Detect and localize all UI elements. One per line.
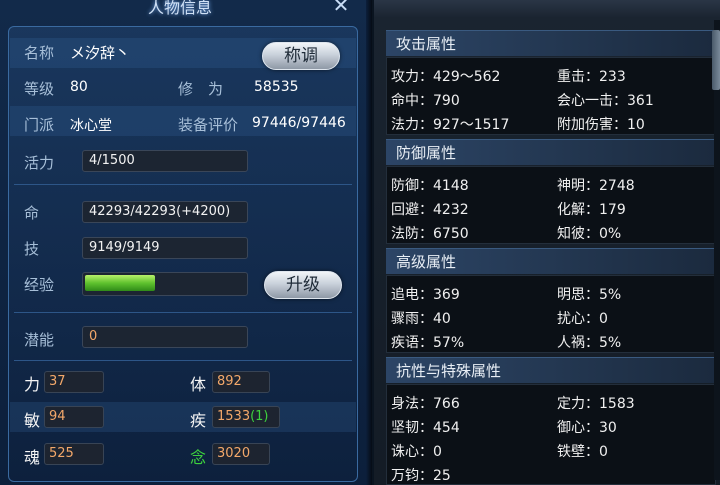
defense-section-header[interactable]: 防御属性 — [386, 139, 716, 165]
vitality-field: 4/1500 — [82, 150, 248, 172]
speed-label: 疾 — [190, 411, 207, 430]
attr-item: 万钧：25 — [391, 468, 451, 484]
attr-item: 人祸：5% — [557, 335, 622, 351]
skill-field: 9149/9149 — [82, 237, 248, 259]
cultivation-label: 修 为 — [178, 80, 224, 98]
upgrade-button[interactable]: 升级 — [264, 271, 342, 299]
soul-value: 525 — [44, 443, 104, 465]
title-button[interactable]: 称调 — [262, 42, 340, 70]
attr-item: 诛心：0 — [391, 444, 442, 460]
panel-title: 人物信息 — [147, 0, 212, 17]
character-info-panel: 人物信息 ✕ 名称 メ汐辞丶 称调 等级 80 修 为 58535 门派 冰心堂… — [0, 0, 372, 485]
speed-bonus: (1) — [250, 409, 269, 424]
strength-value: 37 — [44, 371, 104, 393]
agility-label: 敏 — [24, 411, 41, 430]
exp-bar — [82, 272, 248, 296]
skill-label: 技 — [24, 240, 40, 258]
attr-item: 身法：766 — [391, 396, 460, 412]
potential-label: 潜能 — [24, 331, 55, 349]
close-icon[interactable]: ✕ — [330, 0, 352, 16]
attr-item: 神明：2748 — [557, 178, 635, 194]
attack-section-header[interactable]: 攻击属性 — [386, 30, 716, 56]
attr-item: 铁壁：0 — [557, 444, 608, 460]
advanced-section-header[interactable]: 高级属性 — [386, 248, 716, 274]
speed-value: 1533 — [217, 409, 251, 424]
attr-item: 攻力：429～562 — [391, 69, 501, 85]
level-label: 等级 — [24, 80, 55, 98]
soul-label: 魂 — [24, 448, 41, 467]
attr-item: 法防：6750 — [391, 226, 469, 242]
exp-label: 经验 — [24, 276, 55, 294]
resist-section-header[interactable]: 抗性与特殊属性 — [386, 357, 716, 383]
attr-item: 法力：927～1517 — [391, 117, 510, 133]
constitution-value: 892 — [212, 371, 270, 393]
gear-score-value: 97446/97446 — [252, 115, 346, 131]
scrollbar-thumb[interactable] — [712, 30, 720, 90]
attr-item: 附加伤害：10 — [557, 117, 645, 133]
agility-value: 94 — [44, 406, 104, 428]
gear-score-label: 装备评价 — [178, 116, 239, 134]
attr-item: 防御：4148 — [391, 178, 469, 194]
exp-bar-fill — [85, 275, 155, 291]
attack-section: 攻力：429～562 重击：233 命中：790 会心一击：361 法力：927… — [386, 57, 716, 135]
attr-item: 御心：30 — [557, 420, 617, 436]
attr-item: 命中：790 — [391, 93, 460, 109]
sect-value: 冰心堂 — [70, 118, 112, 134]
attr-item: 明思：5% — [557, 287, 622, 303]
life-label: 命 — [24, 204, 40, 222]
mind-value: 3020 — [212, 443, 270, 465]
divider — [14, 312, 352, 313]
potential-field: 0 — [82, 326, 248, 348]
attr-item: 疾语：57% — [391, 335, 465, 351]
level-value: 80 — [70, 79, 88, 95]
attr-item: 化解：179 — [557, 202, 626, 218]
divider — [14, 360, 352, 361]
attr-item: 坚韧：454 — [391, 420, 460, 436]
defense-section: 防御：4148 神明：2748 回避：4232 化解：179 法防：6750 知… — [386, 166, 716, 244]
attr-item: 知彼：0% — [557, 226, 622, 242]
resist-section: 身法：766 定力：1583 坚韧：454 御心：30 诛心：0 铁壁：0 万钧… — [386, 384, 716, 485]
strength-label: 力 — [24, 375, 41, 394]
attr-item: 会心一击：361 — [557, 93, 654, 109]
name-label: 名称 — [24, 44, 55, 62]
attr-item: 重击：233 — [557, 69, 626, 85]
attr-item: 追电：369 — [391, 287, 460, 303]
divider — [14, 184, 352, 185]
sect-label: 门派 — [24, 116, 55, 134]
attr-item: 回避：4232 — [391, 202, 469, 218]
advanced-section: 追电：369 明思：5% 骤雨：40 扰心：0 疾语：57% 人祸：5% — [386, 275, 716, 353]
panel-top-strip — [374, 0, 720, 18]
life-field: 42293/42293(+4200) — [82, 201, 248, 223]
vitality-label: 活力 — [24, 154, 55, 172]
attributes-panel: 攻击属性 攻力：429～562 重击：233 命中：790 会心一击：361 法… — [374, 0, 720, 485]
cultivation-value: 58535 — [254, 79, 299, 95]
character-name: メ汐辞丶 — [70, 44, 131, 62]
mind-label: 念 — [190, 448, 207, 467]
attr-item: 骤雨：40 — [391, 311, 451, 327]
attr-item: 扰心：0 — [557, 311, 608, 327]
attr-item: 定力：1583 — [557, 396, 635, 412]
constitution-label: 体 — [190, 375, 207, 394]
speed-value-box: 1533(1) — [212, 406, 280, 428]
